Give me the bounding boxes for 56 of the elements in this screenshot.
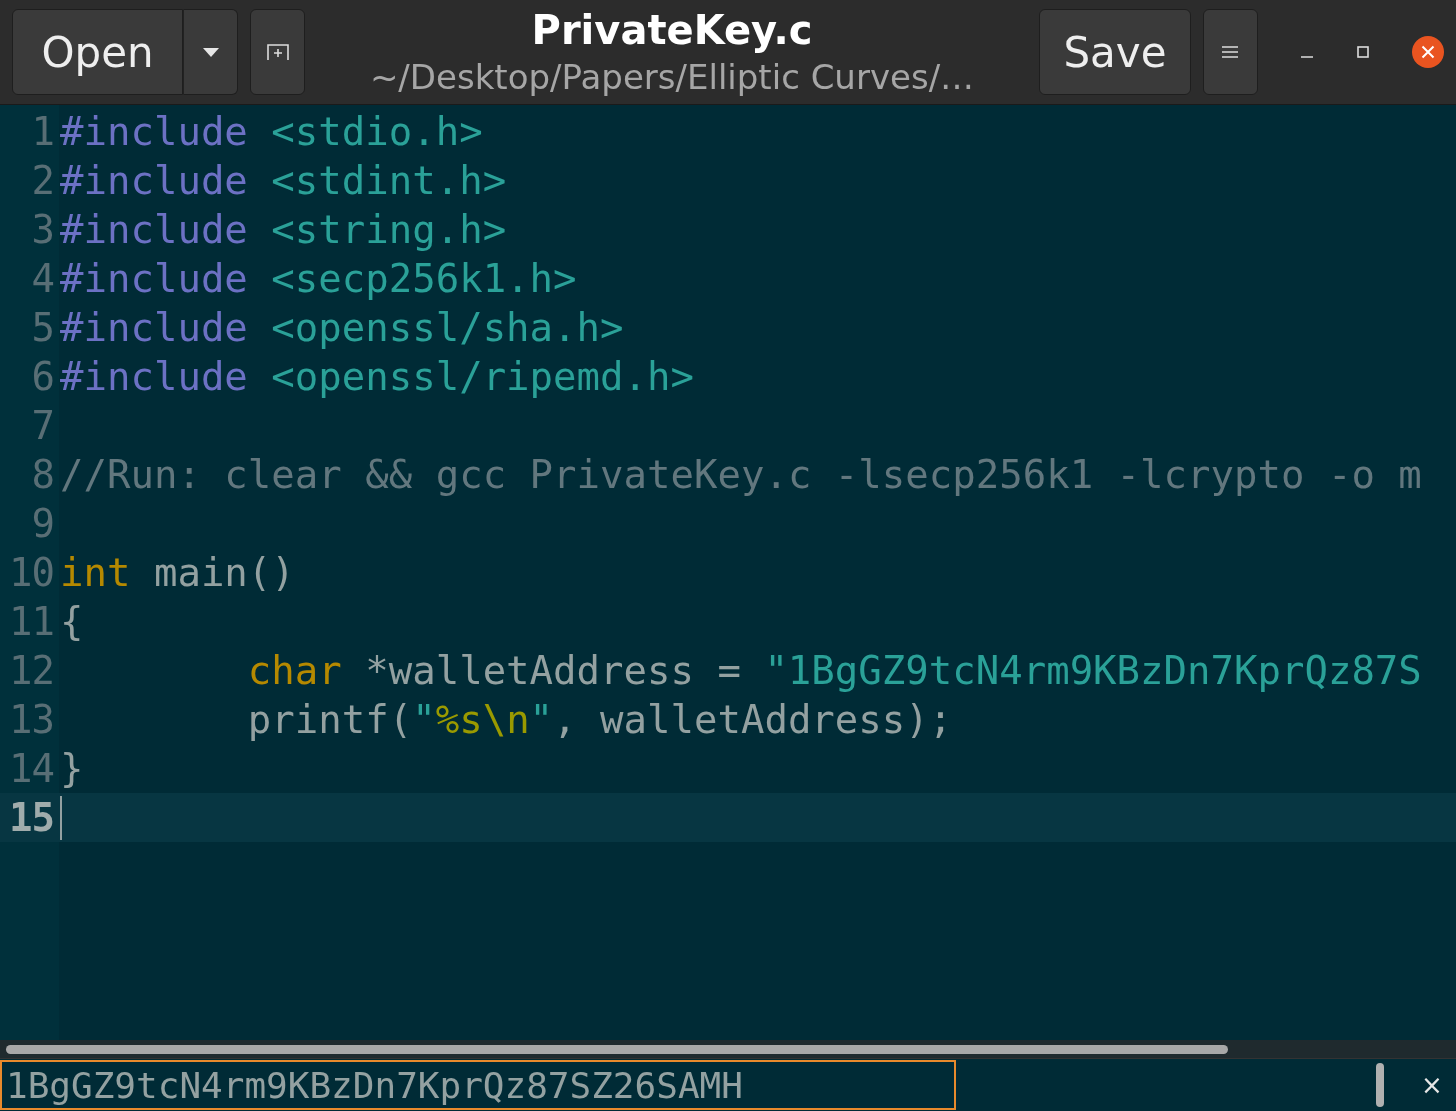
code-token: "1BgGZ9tcN4rm9KBzDn7KprQz87S: [764, 648, 1422, 693]
window-title: PrivateKey.c: [531, 7, 813, 53]
horizontal-scrollbar[interactable]: [6, 1044, 1228, 1054]
code-token: *walletAddress =: [364, 648, 742, 693]
code-token: main(): [152, 550, 295, 595]
code-token: <openssl/ripemd.h>: [270, 354, 694, 399]
line-number: 11: [8, 599, 55, 644]
code-token: #include: [60, 158, 248, 203]
line-number: 5: [30, 305, 55, 350]
line-number: 7: [30, 403, 55, 448]
output-field[interactable]: 1BgGZ9tcN4rm9KBzDn7KprQz87SZ26SAMH: [0, 1060, 956, 1110]
code-token: //Run: clear && gcc PrivateKey.c -lsecp256k1 -lcrypto -o m: [60, 452, 1422, 497]
line-number: 6: [30, 354, 55, 399]
code-token: <stdio.h>: [270, 109, 483, 154]
code-token: printf(: [247, 697, 413, 742]
line-number: 12: [8, 648, 55, 693]
menu-icon: [1222, 45, 1239, 59]
file-path: ~/Desktop/Papers/Elliptic Curves/…: [369, 57, 975, 97]
line-number: 14: [8, 746, 55, 791]
code-token: %s\n: [435, 697, 530, 742]
code-token: }: [60, 746, 84, 791]
maximize-icon[interactable]: [1356, 45, 1370, 59]
close-icon[interactable]: [1412, 36, 1444, 68]
line-number: 13: [8, 697, 55, 742]
code-token: #include: [60, 305, 248, 350]
code-token: char: [247, 648, 342, 693]
code-token: <secp256k1.h>: [270, 256, 577, 301]
line-number: 3: [30, 207, 55, 252]
new-tab-icon: [265, 42, 290, 62]
menu-button[interactable]: [1203, 9, 1258, 95]
new-tab-button[interactable]: [250, 9, 305, 95]
open-button[interactable]: Open: [12, 9, 183, 95]
caret-icon: [202, 47, 219, 57]
save-button[interactable]: Save: [1039, 9, 1191, 95]
line-number: 10: [8, 550, 55, 595]
line-number: 15: [8, 795, 55, 840]
code-token: #include: [60, 207, 248, 252]
code-token: <openssl/sha.h>: [270, 305, 624, 350]
code-token: ": [412, 697, 436, 742]
vertical-scrollbar[interactable]: [1376, 1063, 1384, 1107]
code-token: <stdint.h>: [270, 158, 507, 203]
code-token: <string.h>: [270, 207, 507, 252]
close-button[interactable]: ×: [1408, 1069, 1456, 1101]
line-number: 9: [30, 501, 55, 546]
code-token: #include: [60, 354, 248, 399]
code-token: #include: [60, 256, 248, 301]
line-number: 4: [30, 256, 55, 301]
code-token: , walletAddress);: [553, 697, 953, 742]
line-number: 1: [30, 109, 55, 154]
code-token: ": [529, 697, 554, 742]
line-number: 8: [30, 452, 55, 497]
code-token: #include: [60, 109, 248, 154]
code-token: int: [60, 550, 131, 595]
line-number: 2: [30, 158, 55, 203]
code-token: {: [60, 599, 84, 644]
text-cursor: [60, 795, 62, 840]
